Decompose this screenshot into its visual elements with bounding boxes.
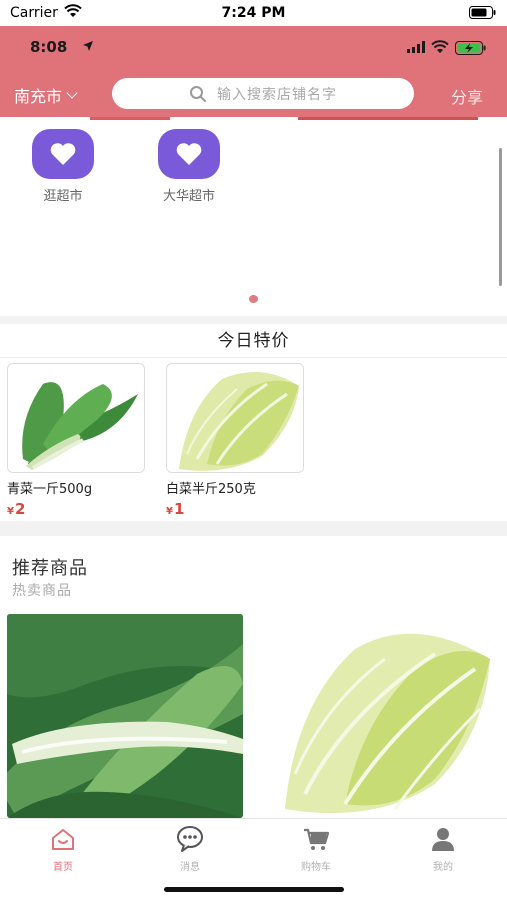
city-label: 南充市 [14,87,63,106]
recommend-section: 推荐商品 热卖商品 [0,536,507,818]
napa-cabbage-image [166,363,304,473]
store-item[interactable]: 逛超市 [23,129,103,204]
special-price: ¥1 [166,500,306,518]
system-time: 7:24 PM [221,5,286,21]
store-search-input[interactable]: 输入搜索店铺名字 [112,78,414,109]
home-indicator[interactable] [164,887,344,892]
tab-profile[interactable]: 我的 [413,825,473,873]
app-header: 8:08 南充市 输入搜索店铺名字 分享 [0,26,507,120]
tab-label: 首页 [53,862,73,873]
home-icon [52,829,74,850]
tab-cart[interactable]: 购物车 [286,825,346,873]
tab-home[interactable]: 首页 [33,825,93,873]
recommend-subtitle: 热卖商品 [12,583,72,599]
section-divider [0,316,507,324]
search-icon [190,85,206,102]
special-price: ¥2 [7,500,147,518]
special-item[interactable]: 白菜半斤250克 ¥1 [166,363,306,518]
banner-fragment [90,117,170,120]
section-divider [0,521,507,536]
city-selector[interactable]: 南充市 [14,83,78,107]
special-name: 青菜一斤500g [7,482,93,497]
special-name: 白菜半斤250克 [166,482,256,497]
specials-title: 今日特价 [0,324,507,358]
recommend-card[interactable] [7,614,243,818]
specials-list: 青菜一斤500g ¥2 白菜半斤250克 ¥1 [0,359,507,521]
napa-cabbage-image [265,614,501,818]
tab-messages[interactable]: 消息 [160,825,220,873]
store-grid: 逛超市 大华超市 [0,121,507,316]
special-item[interactable]: 青菜一斤500g ¥2 [7,363,147,518]
app-screen: Carrier 7:24 PM 8:08 南充市 输入搜索店铺名字 分享 逛超市… [0,0,507,900]
scrollbar[interactable] [499,148,502,286]
price-value: 1 [173,500,185,518]
tab-label: 我的 [433,862,453,873]
app-status-time: 8:08 [30,38,68,56]
bok-choy-image [7,363,145,473]
tab-label: 消息 [180,862,200,873]
heart-icon [32,129,94,179]
search-placeholder: 输入搜索店铺名字 [217,86,337,103]
tab-bar: 首页 消息 购物车 我的 [0,818,507,900]
store-item[interactable]: 大华超市 [149,129,229,204]
recommend-card[interactable] [265,614,501,818]
chat-icon [177,826,203,852]
bok-choy-image [7,614,243,818]
app-wifi-icon [431,40,449,53]
app-status-bar: 8:08 [0,38,507,60]
cart-icon [304,828,330,850]
chevron-down-icon [66,87,78,99]
battery-icon [469,6,496,19]
charging-battery-icon [455,41,486,55]
system-status-bar: Carrier 7:24 PM [0,0,507,26]
currency-symbol: ¥ [7,506,14,517]
store-label: 逛超市 [43,189,83,204]
currency-symbol: ¥ [166,506,173,517]
banner-fragment [298,117,478,120]
recommend-title: 推荐商品 [12,558,88,579]
price-value: 2 [14,500,26,518]
tab-label: 购物车 [301,862,331,873]
store-label: 大华超市 [162,189,215,204]
location-arrow-icon [83,41,93,51]
heart-icon [158,129,220,179]
signal-icon [407,41,425,53]
page-indicator-dot[interactable] [249,295,258,303]
share-button[interactable]: 分享 [451,84,483,108]
user-icon [432,828,454,851]
